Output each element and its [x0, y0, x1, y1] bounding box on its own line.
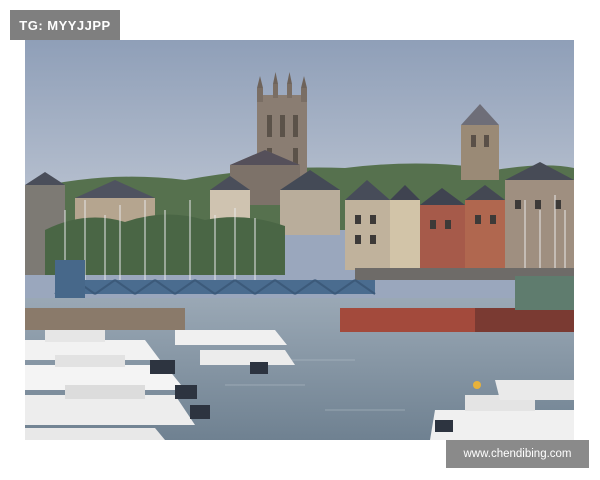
url-watermark: www.chendibing.com	[446, 440, 589, 468]
harbor-photo	[25, 40, 574, 440]
red-quay-wall	[340, 308, 475, 332]
left-quay	[25, 308, 185, 330]
tag-watermark: TG: MYYJJPP	[10, 10, 120, 40]
harbor-scene	[25, 40, 574, 440]
